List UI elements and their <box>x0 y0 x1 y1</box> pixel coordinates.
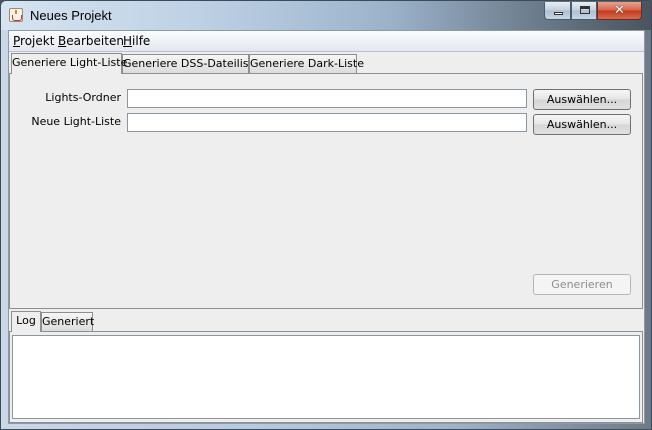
menu-bar: Projekt Bearbeiten Hilfe <box>9 31 644 52</box>
menu-projekt-label: rojekt <box>20 34 55 48</box>
maximize-button[interactable] <box>571 2 597 20</box>
minimize-button[interactable] <box>544 2 571 20</box>
menu-hilfe-label: ilfe <box>132 34 151 48</box>
menu-hilfe[interactable]: Hilfe <box>123 34 150 48</box>
application-window: Neues Projekt ✕ Projekt Bearbeiten Hilfe… <box>0 0 652 430</box>
tab-generiert[interactable]: Generiert <box>41 312 94 331</box>
new-light-list-input[interactable] <box>127 113 527 132</box>
bottom-tab-strip: Log Generiert <box>9 311 643 332</box>
menu-projekt[interactable]: Projekt <box>13 34 54 48</box>
menu-projekt-mnemonic: P <box>13 34 21 48</box>
close-button[interactable]: ✕ <box>597 2 642 20</box>
generate-button[interactable]: Generieren <box>533 274 631 295</box>
java-coffee-cup-icon[interactable] <box>9 8 23 22</box>
top-tab-strip: Generiere Light-Liste Generiere DSS-Date… <box>9 53 643 74</box>
minimize-icon <box>554 12 563 15</box>
window-content: Projekt Bearbeiten Hilfe Generiere Light… <box>8 30 645 424</box>
light-list-panel: Lights-Ordner Auswählen... Neue Light-Li… <box>9 73 643 309</box>
tab-generiere-dss-dateiliste[interactable]: Generiere DSS-Dateiliste <box>122 54 260 73</box>
menu-bearbeiten-label: earbeiten <box>66 34 124 48</box>
lights-folder-select-button[interactable]: Auswählen... <box>533 89 631 110</box>
menu-bearbeiten[interactable]: Bearbeiten <box>58 34 124 48</box>
lights-folder-input[interactable] <box>127 89 527 108</box>
new-light-list-select-button[interactable]: Auswählen... <box>533 114 631 135</box>
tab-generiere-dark-liste[interactable]: Generiere Dark-Liste <box>249 54 364 73</box>
menu-hilfe-mnemonic: H <box>123 34 133 48</box>
tab-log[interactable]: Log <box>11 311 41 332</box>
maximize-icon <box>580 6 590 14</box>
menu-bearbeiten-mnemonic: B <box>58 34 67 48</box>
title-bar[interactable]: Neues Projekt ✕ <box>1 1 651 30</box>
tab-generiere-light-liste[interactable]: Generiere Light-Liste <box>11 53 127 74</box>
lights-folder-label: Lights-Ordner <box>45 91 121 104</box>
log-text-area[interactable] <box>12 335 640 419</box>
new-light-list-label: Neue Light-Liste <box>31 115 121 128</box>
close-icon: ✕ <box>614 3 625 18</box>
log-panel <box>9 331 643 423</box>
window-title: Neues Projekt <box>30 8 112 23</box>
